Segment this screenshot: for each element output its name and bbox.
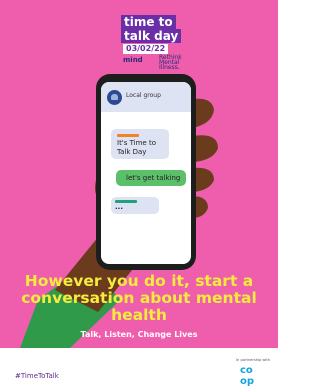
- typing-indicator-bubble: ...: [111, 197, 159, 214]
- chat-group-name: Local group: [126, 92, 161, 99]
- typing-dots: ...: [115, 203, 123, 211]
- poster: time to talk day 03/02/22 mind Rethink M…: [0, 0, 278, 390]
- hashtag: #TimeToTalk: [15, 372, 59, 380]
- coop-logo: co op: [239, 363, 269, 387]
- phone-screen: Local group It's Time to Talk Day let's …: [101, 82, 191, 264]
- chat-header: Local group: [101, 82, 191, 112]
- headline: However you do it, start a conversation …: [21, 272, 257, 324]
- sender-indicator: [117, 134, 139, 137]
- message-text: let's get talking: [126, 174, 181, 182]
- coop-logo-mark: co op: [240, 365, 254, 387]
- tagline: Talk, Listen, Change Lives: [80, 330, 198, 339]
- message-text: It's Time to Talk Day: [117, 139, 156, 156]
- partner-label: In partnership with: [236, 358, 271, 362]
- group-avatar-icon: [107, 90, 122, 105]
- poster-background: time to talk day 03/02/22 mind Rethink M…: [0, 0, 278, 348]
- smartphone: Local group It's Time to Talk Day let's …: [96, 74, 196, 270]
- svg-text:op: op: [240, 376, 254, 387]
- message-bubble-outgoing: let's get talking: [116, 170, 186, 186]
- svg-text:co: co: [240, 365, 253, 376]
- message-bubble-incoming: It's Time to Talk Day: [111, 129, 169, 159]
